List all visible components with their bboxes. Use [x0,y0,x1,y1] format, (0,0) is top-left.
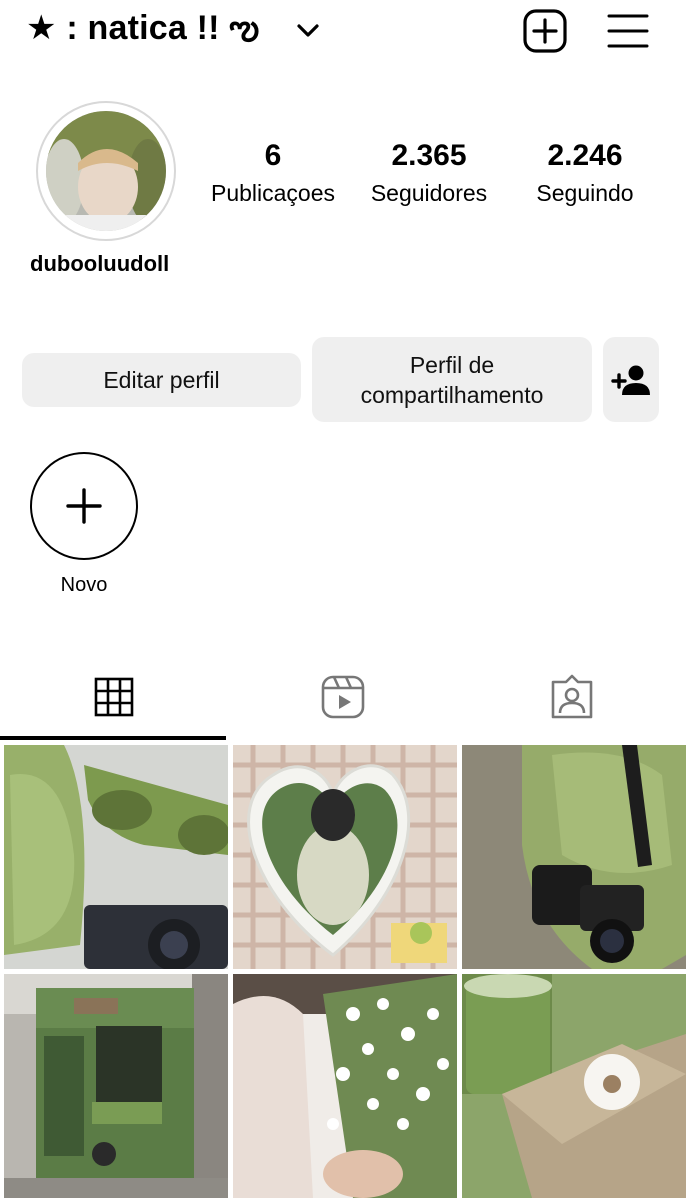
profile-handle: dubooluudoll [30,251,170,276]
post-thumbnail[interactable] [4,745,228,969]
stat-following-value: 2.246 [547,139,623,172]
post-image-daisies [233,974,457,1198]
edit-profile-button[interactable]: Editar perfil [22,353,301,407]
post-thumbnail[interactable] [462,745,686,969]
stat-followers-label: Seguidores [370,180,488,206]
profile-title[interactable]: ★ : natica !! ఌ [26,8,260,56]
edit-profile-label: Editar perfil [103,367,220,393]
avatar[interactable] [36,101,176,241]
stat-followers[interactable]: 2.365 Seguidores [354,138,504,208]
share-profile-label-line2: compartilhamento [360,381,544,408]
add-user-button[interactable] [603,337,659,422]
post-thumbnail[interactable] [4,974,228,1198]
chevron-down-icon[interactable] [294,16,322,44]
stat-posts-label: Publicaçoes [210,180,336,206]
post-thumbnail[interactable] [233,974,457,1198]
tagged-icon[interactable] [547,672,597,722]
new-highlight-button[interactable] [30,452,138,560]
post-thumbnail[interactable] [462,974,686,1198]
stat-following-label: Seguindo [536,180,634,206]
post-image-cafe [4,974,228,1198]
active-tab-indicator [0,736,226,740]
stat-posts-value: 6 [264,139,282,172]
stat-posts[interactable]: 6 Publicaçoes [198,138,348,208]
grid-icon[interactable] [89,672,139,722]
reels-icon[interactable] [318,672,368,722]
post-thumbnail[interactable] [233,745,457,969]
plus-icon [66,488,102,524]
create-post-icon[interactable] [522,8,568,54]
new-highlight-label: Novo [60,574,108,596]
avatar-photo [46,111,166,231]
stat-following[interactable]: 2.246 Seguindo [510,138,660,208]
post-image-heart-mirror [233,745,457,969]
post-image-sunglasses [4,745,228,969]
share-profile-button[interactable]: Perfil de compartilhamento [312,337,592,422]
menu-icon[interactable] [605,8,651,54]
post-image-matcha [462,974,686,1198]
share-profile-label-line1: Perfil de [409,351,495,378]
post-image-camera [462,745,686,969]
add-user-icon [611,365,650,395]
stat-followers-value: 2.365 [391,139,467,172]
